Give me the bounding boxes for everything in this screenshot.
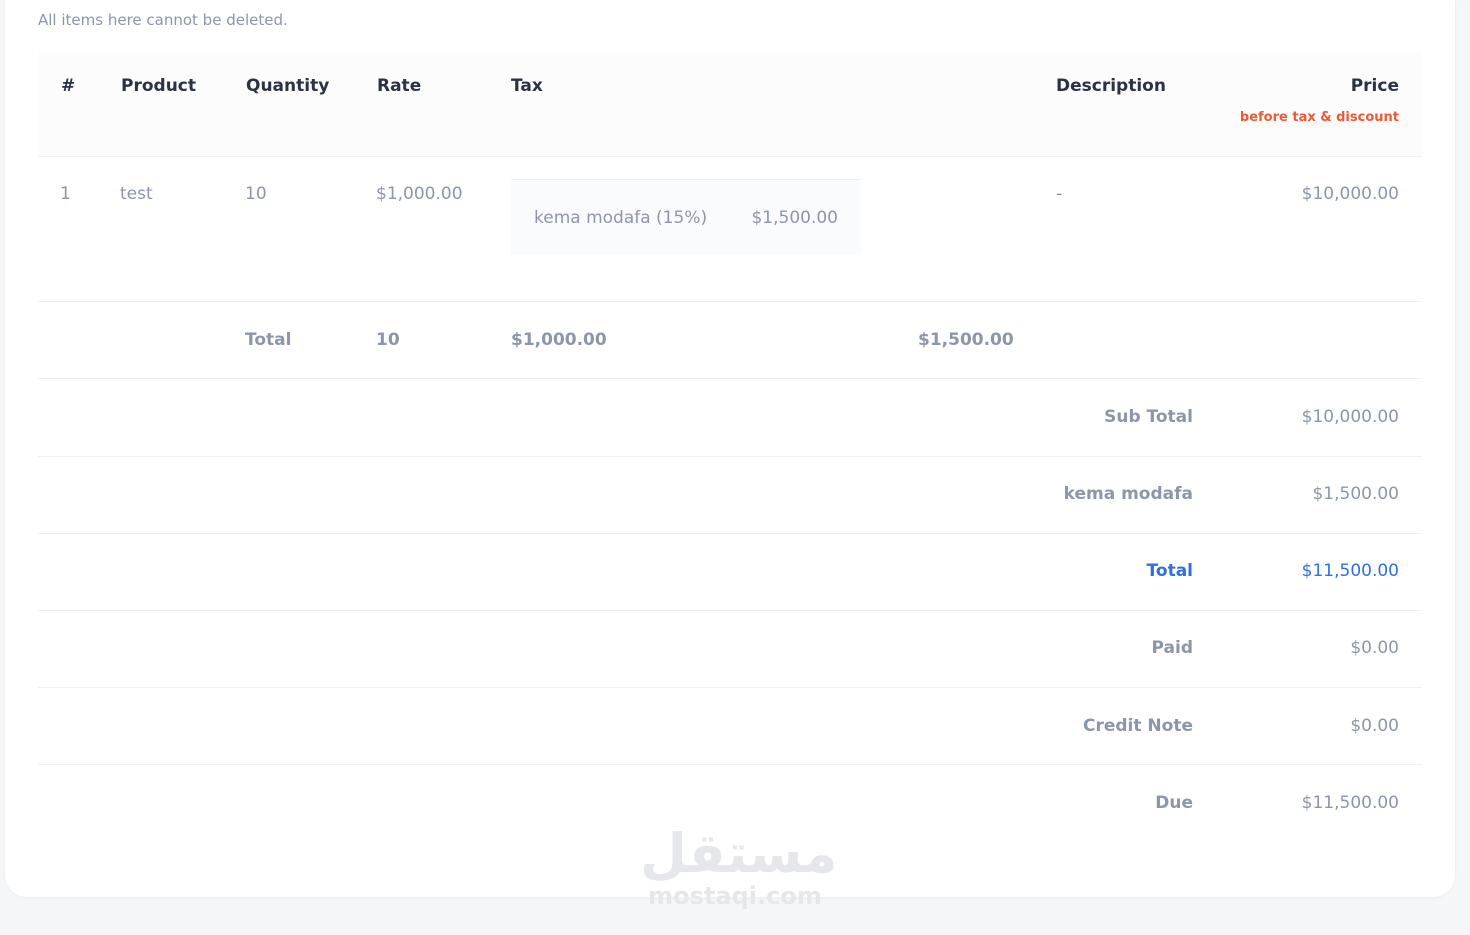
divider: [38, 301, 1422, 302]
summary-value: $11,500.00: [1301, 561, 1399, 581]
header-index: #: [61, 76, 76, 96]
totals-label: Total: [245, 330, 292, 350]
summary-label: Due: [1155, 793, 1193, 813]
summary-value: $1,500.00: [1312, 484, 1399, 504]
header-quantity: Quantity: [246, 76, 330, 96]
row-index: 1: [60, 184, 71, 204]
summary-label: Sub Total: [1104, 407, 1193, 427]
summary-value: $0.00: [1350, 638, 1399, 658]
table-header: # Product Quantity Rate Tax Description …: [38, 52, 1422, 157]
summary-label: Paid: [1151, 638, 1193, 658]
summary-label: Total: [1146, 561, 1193, 581]
row-price: $10,000.00: [1301, 184, 1399, 204]
divider: [38, 764, 1422, 765]
summary-label: Credit Note: [1083, 716, 1193, 736]
tax-breakdown-box: kema modafa (15%) $1,500.00: [511, 179, 861, 255]
tax-amount: $1,500.00: [751, 208, 838, 228]
header-description: Description: [1056, 76, 1166, 96]
header-rate: Rate: [377, 76, 422, 96]
summary-value: $10,000.00: [1301, 407, 1399, 427]
header-product: Product: [121, 76, 196, 96]
items-note: All items here cannot be deleted.: [38, 11, 288, 29]
summary-value: $0.00: [1350, 716, 1399, 736]
row-product: test: [120, 184, 153, 204]
invoice-items-card: All items here cannot be deleted. # Prod…: [5, 0, 1455, 897]
divider: [38, 533, 1422, 534]
header-tax: Tax: [511, 76, 543, 96]
totals-quantity: 10: [376, 330, 400, 350]
header-price: Price: [1350, 76, 1399, 96]
divider: [38, 687, 1422, 688]
summary-label: kema modafa: [1063, 484, 1193, 504]
divider: [38, 456, 1422, 457]
summary-value: $11,500.00: [1301, 793, 1399, 813]
totals-rate: $1,000.00: [511, 330, 607, 350]
divider: [38, 610, 1422, 611]
row-quantity: 10: [245, 184, 267, 204]
header-price-note: before tax & discount: [1239, 110, 1399, 125]
totals-tax: $1,500.00: [918, 330, 1014, 350]
tax-name: kema modafa (15%): [534, 208, 708, 228]
divider: [38, 378, 1422, 379]
row-description: -: [1056, 184, 1063, 204]
row-rate: $1,000.00: [376, 184, 463, 204]
